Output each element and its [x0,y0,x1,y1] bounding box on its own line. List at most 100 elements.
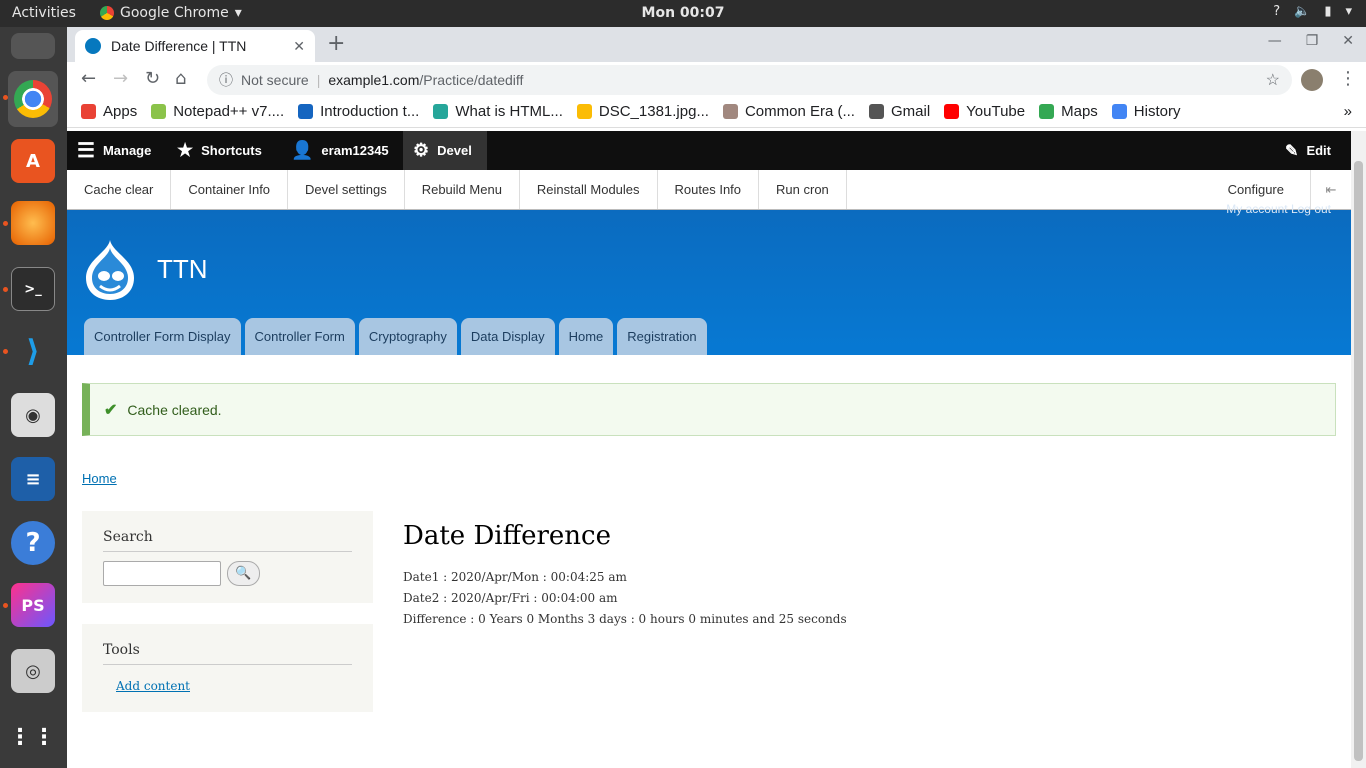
url-host: example1.com [328,72,420,88]
battery-icon: ▮ [1324,4,1332,19]
devel-tray-link[interactable]: Devel settings [288,170,405,209]
search-input[interactable] [103,561,221,586]
page-scrollbar[interactable] [1351,131,1366,768]
tab-title: Date Difference | TTN [111,38,247,54]
browser-window: Date Difference | TTN ✕ + — ❐ ✕ ← → ↻ ⌂ … [67,27,1366,768]
bookmark-favicon-icon [81,104,96,119]
clock[interactable]: Mon 00:07 [0,5,1366,21]
devel-tray-link[interactable]: Routes Info [658,170,760,209]
bookmark-item[interactable]: YouTube [944,103,1025,120]
search-block: Search 🔍 [82,511,373,603]
main-content: Date Difference Date1 : 2020/Apr/Mon : 0… [403,521,847,630]
user-menu[interactable]: 👤 eram12345 [281,131,399,170]
bookmark-item[interactable]: DSC_1381.jpg... [576,103,709,120]
bookmark-item[interactable]: History [1111,103,1181,120]
admin-toolbar: ☰ Manage ★ Shortcuts 👤 eram12345 ⚙ Devel… [67,131,1351,170]
bookmark-item[interactable]: Common Era (... [722,103,855,120]
primary-menu-tab[interactable]: Controller Form Display [84,318,241,355]
dock: A >_ ⟩ ◉ ≡ ? PS ◎ ⋮⋮ [0,27,67,768]
devel-tray-link[interactable]: Reinstall Modules [520,170,658,209]
search-icon: 🔍 [235,566,252,581]
primary-menu-tab[interactable]: Registration [617,318,707,355]
devel-tray-link[interactable]: Cache clear [67,170,172,209]
breadcrumb[interactable]: Home [82,471,117,486]
help-icon: ? [1273,4,1281,19]
bookmark-label: What is HTML... [455,103,563,120]
bookmark-favicon-icon [944,104,960,119]
scrollbar-thumb[interactable] [1354,161,1363,761]
bookmark-star-icon[interactable]: ☆ [1266,70,1280,90]
bookmark-favicon-icon [298,104,314,119]
devel-tray-link[interactable]: Container Info [171,170,289,209]
pencil-icon: ✎ [1285,142,1299,160]
app-grid-icon[interactable]: ⋮⋮ [9,715,55,759]
bookmark-label: Notepad++ v7.... [173,103,285,120]
software-center-icon[interactable]: A [11,139,55,183]
vscode-icon[interactable]: ⟩ [11,329,55,373]
primary-menu-tab[interactable]: Cryptography [358,318,457,355]
gear-icon: ⚙ [413,140,430,160]
bookmark-item[interactable]: Introduction t... [298,103,419,120]
search-block-title: Search [103,529,352,552]
tools-block: Tools Add content [82,624,373,712]
edit-label: Edit [1306,143,1331,158]
back-button[interactable]: ← [81,68,96,89]
site-name[interactable]: TTN [157,254,208,285]
devel-tray-link[interactable]: Rebuild Menu [405,170,520,209]
edit-button[interactable]: ✎ Edit [1275,131,1341,170]
system-tray[interactable]: ? 🔈 ▮ ▾ [1273,4,1352,19]
bookmark-item[interactable]: Maps [1039,103,1098,120]
star-icon: ★ [177,140,194,160]
devel-menu[interactable]: ⚙ Devel [403,131,487,170]
bookmarks-overflow-button[interactable]: » [1344,103,1352,120]
help-icon[interactable]: ? [11,521,55,565]
home-button[interactable]: ⌂ [175,68,186,89]
primary-menu-tab[interactable]: Controller Form [244,318,355,355]
primary-menu-tab[interactable]: Data Display [460,318,555,355]
address-bar[interactable]: ⓘ Not secure | example1.com /Practice/da… [207,65,1292,95]
speaker-icon[interactable]: ◉ [11,393,55,437]
search-button[interactable]: 🔍 [227,561,260,586]
bookmark-label: Maps [1061,103,1098,120]
drive-icon[interactable] [11,33,55,59]
shortcuts-label: Shortcuts [201,143,262,158]
devel-tray-link[interactable]: Run cron [759,170,847,209]
terminal-icon[interactable]: >_ [11,267,55,311]
camera-icon[interactable]: ◎ [11,649,55,693]
bookmark-item[interactable]: Notepad++ v7.... [151,103,284,120]
bookmark-item[interactable]: Apps [81,103,137,120]
secondary-menu[interactable]: My account Log out [1226,202,1331,216]
web-page: ☰ Manage ★ Shortcuts 👤 eram12345 ⚙ Devel… [67,131,1351,768]
bookmark-label: History [1133,103,1181,120]
drupal-logo-icon[interactable] [82,238,138,302]
bookmark-label: Introduction t... [320,103,420,120]
add-content-link[interactable]: Add content [116,679,352,693]
bookmark-item[interactable]: Gmail [868,103,930,120]
reload-button[interactable]: ↻ [145,68,160,89]
browser-tab[interactable]: Date Difference | TTN ✕ [75,30,315,62]
chrome-icon [14,80,52,118]
shortcuts-menu[interactable]: ★ Shortcuts [167,131,272,170]
new-tab-button[interactable]: + [327,31,345,56]
writer-icon[interactable]: ≡ [11,457,55,501]
chrome-menu-icon[interactable]: ⋮ [1339,68,1357,89]
primary-menu-tab[interactable]: Home [558,318,614,355]
restore-button[interactable]: ❐ [1306,33,1319,49]
site-header: My account Log out TTN Controller Form D… [67,202,1351,355]
minimize-button[interactable]: — [1268,33,1282,49]
profile-avatar[interactable] [1301,69,1323,91]
volume-icon: 🔈 [1294,4,1311,19]
bookmark-item[interactable]: What is HTML... [433,103,563,120]
manage-menu[interactable]: ☰ Manage [67,131,161,170]
forward-button[interactable]: → [113,68,128,89]
close-window-button[interactable]: ✕ [1342,33,1354,49]
status-message-text: Cache cleared. [127,401,222,418]
firefox-icon[interactable] [11,201,55,245]
user-label: eram12345 [321,143,389,158]
bookmark-favicon-icon [433,104,449,119]
page-title: Date Difference [403,521,611,551]
phpstorm-icon[interactable]: PS [11,583,55,627]
close-icon[interactable]: ✕ [293,38,305,55]
hamburger-icon: ☰ [77,140,95,162]
chrome-launcher[interactable] [8,71,58,127]
